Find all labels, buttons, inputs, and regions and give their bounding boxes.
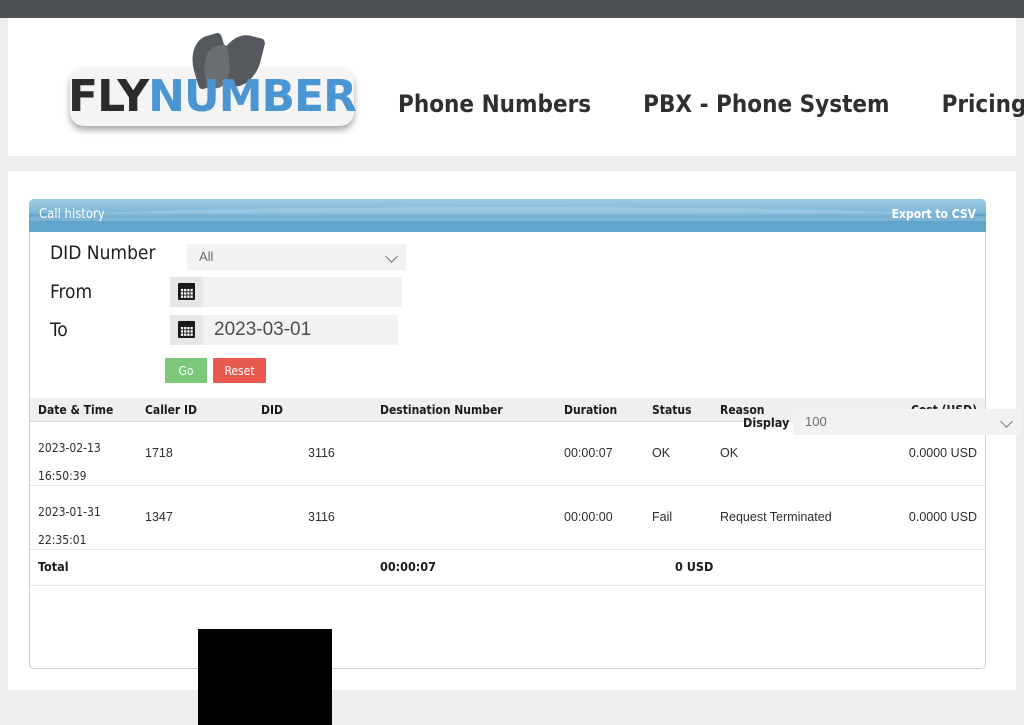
calendar-icon-to[interactable] bbox=[170, 315, 203, 345]
column-header-did[interactable]: DID bbox=[261, 403, 283, 417]
cell-reason: Request Terminated bbox=[720, 510, 832, 524]
export-to-csv-button[interactable]: Export to CSV bbox=[892, 207, 976, 221]
chevron-down-icon bbox=[1000, 415, 1013, 428]
cell-status: Fail bbox=[652, 510, 673, 524]
cell-cost: 0.0000 USD bbox=[908, 446, 977, 460]
calendar-glyph bbox=[178, 321, 195, 338]
column-header-caller-id[interactable]: Caller ID bbox=[145, 403, 197, 417]
browser-top-bar bbox=[0, 0, 1024, 18]
to-date-input[interactable]: 2023-03-01 bbox=[170, 315, 398, 345]
go-button[interactable]: Go bbox=[165, 358, 207, 383]
logo-text-number: NUMBER bbox=[148, 71, 357, 122]
did-number-label: DID Number bbox=[50, 242, 156, 264]
form-actions: Go Reset bbox=[30, 351, 985, 387]
logo-text-fly: FLY bbox=[68, 71, 149, 122]
did-number-row: DID Number All bbox=[30, 233, 985, 273]
cell-status: OK bbox=[652, 446, 671, 460]
nav-item-pricing[interactable]: Pricing bbox=[942, 90, 1024, 118]
to-date-value: 2023-03-01 bbox=[214, 319, 312, 340]
total-label: Total bbox=[38, 559, 69, 574]
cell-did: 3116 bbox=[308, 510, 335, 524]
cell-duration: 00:00:00 bbox=[564, 510, 613, 524]
display-count-value: 100 bbox=[805, 414, 827, 429]
redaction-overlay bbox=[198, 629, 332, 725]
panel-title: Call history bbox=[39, 207, 105, 222]
column-header-destination[interactable]: Destination Number bbox=[380, 403, 503, 417]
cell-date: 2023-02-13 bbox=[38, 441, 101, 455]
cell-caller-id: 1718 bbox=[145, 446, 173, 460]
total-cost: 0 USD bbox=[675, 559, 714, 574]
display-count-select[interactable]: 100 bbox=[793, 409, 1021, 435]
site-header: FLYNUMBER Phone Numbers PBX - Phone Syst… bbox=[8, 18, 1024, 156]
call-history-panel: Call history Export to CSV DID Number Al… bbox=[29, 199, 1021, 725]
column-header-duration[interactable]: Duration bbox=[564, 403, 617, 417]
column-header-status[interactable]: Status bbox=[652, 403, 692, 417]
chevron-down-icon bbox=[385, 250, 398, 263]
cell-date-time: 2023-01-31 22:35:01 bbox=[38, 498, 101, 554]
calendar-icon-from[interactable] bbox=[170, 277, 203, 307]
column-header-date-time[interactable]: Date & Time bbox=[38, 403, 113, 417]
table-row[interactable]: 2023-01-31 22:35:01 1347 3116 00:00:00 F… bbox=[30, 486, 985, 550]
flynumber-logo[interactable]: FLYNUMBER bbox=[64, 29, 364, 140]
main-navigation: Phone Numbers PBX - Phone System Pricing bbox=[398, 84, 1024, 124]
cell-cost: 0.0000 USD bbox=[908, 510, 977, 524]
calendar-glyph bbox=[178, 283, 195, 300]
from-label: From bbox=[50, 281, 93, 303]
total-duration: 00:00:07 bbox=[380, 559, 436, 574]
cell-date: 2023-01-31 bbox=[38, 505, 101, 519]
to-date-row: To 2023-03-01 bbox=[30, 311, 985, 351]
from-date-row: From bbox=[30, 273, 985, 313]
cell-did: 3116 bbox=[308, 446, 335, 460]
page-container: Call history Export to CSV DID Number Al… bbox=[8, 171, 1021, 725]
filter-form: DID Number All From To 2023-03-01 Go Res… bbox=[30, 233, 985, 398]
cell-reason: OK bbox=[720, 446, 739, 460]
cell-duration: 00:00:07 bbox=[564, 446, 613, 460]
nav-item-phone-numbers[interactable]: Phone Numbers bbox=[398, 90, 591, 118]
nav-item-pbx-phone-system[interactable]: PBX - Phone System bbox=[643, 90, 889, 118]
cell-date-time: 2023-02-13 16:50:39 bbox=[38, 434, 101, 490]
to-label: To bbox=[50, 319, 68, 341]
panel-header: Call history Export to CSV bbox=[29, 199, 986, 232]
from-date-input[interactable] bbox=[170, 277, 402, 307]
table-total-row: Total 00:00:07 0 USD bbox=[30, 550, 985, 586]
logo-text: FLYNUMBER bbox=[64, 70, 360, 124]
cell-caller-id: 1347 bbox=[145, 510, 173, 524]
did-number-select-value: All bbox=[199, 249, 214, 264]
reset-button[interactable]: Reset bbox=[213, 358, 266, 383]
did-number-select[interactable]: All bbox=[187, 244, 406, 270]
